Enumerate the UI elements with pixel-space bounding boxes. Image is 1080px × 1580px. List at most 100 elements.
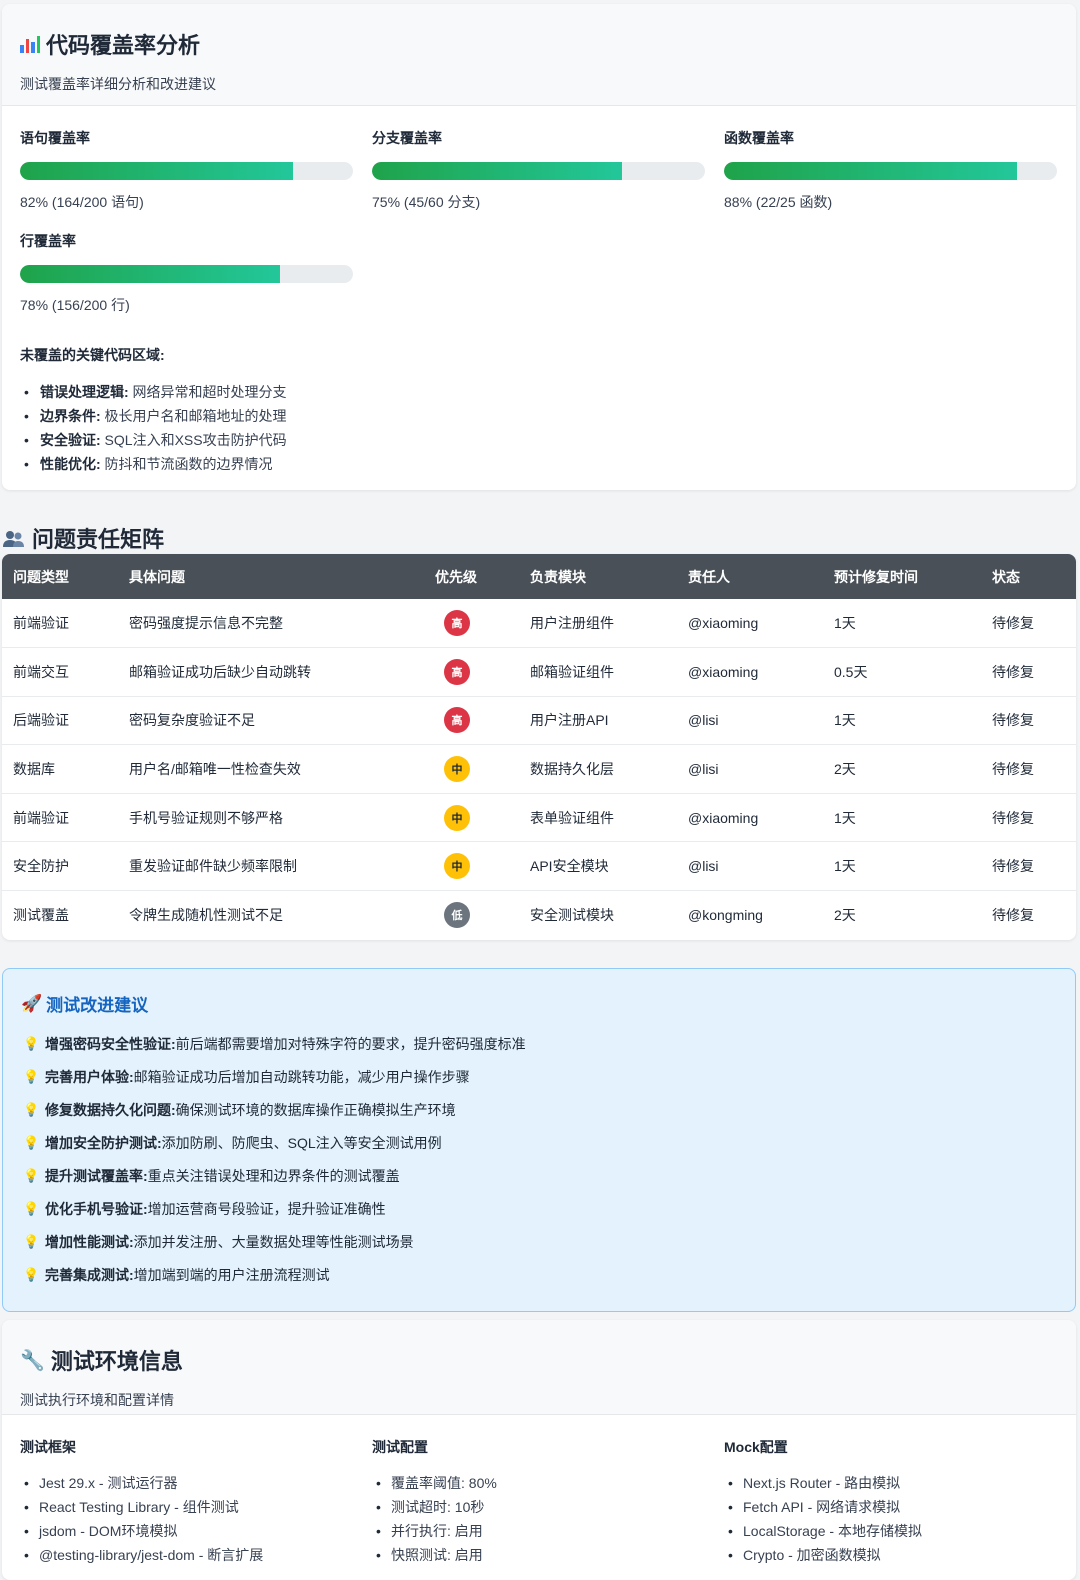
metric-label: 分支覆盖率 bbox=[372, 130, 442, 146]
suggestions-title: 🚀 测试改进建议 bbox=[21, 991, 148, 1016]
metric-value: 78% (156/200 行) bbox=[20, 297, 130, 313]
bar-chart-icon bbox=[20, 35, 40, 53]
priority-badge: 低 bbox=[444, 902, 470, 929]
list-item: Crypto - 加密函数模拟 bbox=[728, 1543, 1064, 1567]
uncovered-title: 未覆盖的关键代码区域: bbox=[20, 347, 165, 363]
status-text: 待修复 bbox=[992, 858, 1034, 875]
status-text: 待修复 bbox=[992, 761, 1034, 778]
column-header: 负责模块 bbox=[530, 568, 586, 585]
people-icon bbox=[3, 531, 24, 547]
list-item: 💡 增加性能测试: 添加并发注册、大量数据处理等性能测试场景 bbox=[23, 1225, 526, 1258]
lightbulb-icon: 💡 bbox=[23, 1266, 40, 1282]
metric-statements: 语句覆盖率 82% (164/200 语句) bbox=[20, 128, 353, 212]
metric-value: 75% (45/60 分支) bbox=[372, 194, 481, 210]
progress-fill bbox=[724, 162, 1018, 180]
metric-label: 语句覆盖率 bbox=[20, 130, 90, 146]
env-header: 🔧 测试环境信息 测试执行环境和配置详情 bbox=[2, 1320, 1076, 1415]
wrench-icon: 🔧 bbox=[20, 1349, 45, 1372]
progress-bar bbox=[372, 162, 705, 180]
responsibility-table: 问题类型 具体问题 优先级 负责模块 责任人 预计修复时间 状态 前端验证 密码… bbox=[2, 554, 1076, 939]
lightbulb-icon: 💡 bbox=[23, 1035, 40, 1051]
progress-fill bbox=[20, 162, 294, 180]
coverage-title: 代码覆盖率分析 bbox=[20, 28, 1058, 60]
list-item: Jest 29.x - 测试运行器 bbox=[24, 1471, 360, 1495]
lightbulb-icon: 💡 bbox=[23, 1068, 40, 1084]
env-column-mock: Mock配置 Next.js Router - 路由模拟 Fetch API -… bbox=[724, 1437, 1064, 1567]
list-item: 测试超时: 10秒 bbox=[376, 1495, 712, 1519]
priority-badge: 高 bbox=[444, 658, 470, 685]
column-header: 具体问题 bbox=[129, 568, 185, 585]
list-item: 并行执行: 启用 bbox=[376, 1519, 712, 1543]
table-header-row: 问题类型 具体问题 优先级 负责模块 责任人 预计修复时间 状态 bbox=[2, 554, 1076, 599]
env-column-config: 测试配置 覆盖率阈值: 80% 测试超时: 10秒 并行执行: 启用 快照测试:… bbox=[372, 1437, 712, 1567]
list-item: Fetch API - 网络请求模拟 bbox=[728, 1495, 1064, 1519]
list-item: 💡 完善集成测试: 增加端到端的用户注册流程测试 bbox=[23, 1258, 526, 1291]
list-item: 💡 提升测试覆盖率: 重点关注错误处理和边界条件的测试覆盖 bbox=[23, 1159, 526, 1192]
matrix-title: 问题责任矩阵 bbox=[2, 522, 164, 554]
table-row: 前端交互 邮箱验证成功后缺少自动跳转 高 邮箱验证组件 @xiaoming 0.… bbox=[2, 648, 1076, 697]
coverage-card: 代码覆盖率分析 测试覆盖率详细分析和改进建议 语句覆盖率 82% (164/20… bbox=[2, 4, 1076, 490]
lightbulb-icon: 💡 bbox=[23, 1167, 40, 1183]
env-column-heading: 测试框架 bbox=[20, 1439, 76, 1455]
env-title: 🔧 测试环境信息 bbox=[20, 1344, 1058, 1376]
env-title-text: 测试环境信息 bbox=[50, 1349, 183, 1374]
metric-value: 88% (22/25 函数) bbox=[724, 194, 833, 210]
metric-functions: 函数覆盖率 88% (22/25 函数) bbox=[724, 128, 1057, 212]
table-row: 数据库 用户名/邮箱唯一性检查失效 中 数据持久化层 @lisi 2天 待修复 bbox=[2, 745, 1076, 794]
list-item: 💡 增强密码安全性验证: 前后端都需要增加对特殊字符的要求，提升密码强度标准 bbox=[23, 1027, 526, 1060]
progress-fill bbox=[20, 265, 280, 283]
list-item: React Testing Library - 组件测试 bbox=[24, 1495, 360, 1519]
status-text: 待修复 bbox=[992, 663, 1034, 680]
list-item: 💡 优化手机号验证: 增加运营商号段验证，提升验证准确性 bbox=[23, 1192, 526, 1225]
metric-branches: 分支覆盖率 75% (45/60 分支) bbox=[372, 128, 705, 212]
matrix-card: 问题类型 具体问题 优先级 负责模块 责任人 预计修复时间 状态 前端验证 密码… bbox=[2, 554, 1076, 940]
lightbulb-icon: 💡 bbox=[23, 1233, 40, 1249]
list-item: @testing-library/jest-dom - 断言扩展 bbox=[24, 1543, 360, 1567]
list-item: 💡 增加安全防护测试: 添加防刷、防爬虫、SQL注入等安全测试用例 bbox=[23, 1126, 526, 1159]
coverage-title-text: 代码覆盖率分析 bbox=[46, 33, 201, 58]
list-item: LocalStorage - 本地存储模拟 bbox=[728, 1519, 1064, 1543]
list-item: jsdom - DOM环境模拟 bbox=[24, 1519, 360, 1543]
column-header: 责任人 bbox=[688, 568, 730, 585]
column-header: 优先级 bbox=[435, 568, 477, 585]
rocket-icon: 🚀 bbox=[21, 993, 43, 1013]
list-item: 💡 完善用户体验: 邮箱验证成功后增加自动跳转功能，减少用户操作步骤 bbox=[23, 1060, 526, 1093]
coverage-subtitle: 测试覆盖率详细分析和改进建议 bbox=[20, 76, 216, 92]
list-item: 错误处理逻辑: 网络异常和超时处理分支 bbox=[24, 380, 287, 404]
env-column-heading: Mock配置 bbox=[724, 1439, 788, 1455]
column-header: 预计修复时间 bbox=[834, 568, 918, 585]
status-text: 待修复 bbox=[992, 907, 1034, 924]
column-header: 问题类型 bbox=[13, 568, 69, 585]
list-item: 性能优化: 防抖和节流函数的边界情况 bbox=[24, 452, 287, 476]
metric-lines: 行覆盖率 78% (156/200 行) bbox=[20, 231, 353, 315]
progress-bar bbox=[724, 162, 1057, 180]
env-column-framework: 测试框架 Jest 29.x - 测试运行器 React Testing Lib… bbox=[20, 1437, 360, 1567]
priority-badge: 中 bbox=[444, 804, 470, 831]
metric-label: 函数覆盖率 bbox=[724, 130, 794, 146]
table-row: 安全防护 重发验证邮件缺少频率限制 中 API安全模块 @lisi 1天 待修复 bbox=[2, 842, 1076, 891]
priority-badge: 高 bbox=[444, 707, 470, 734]
progress-bar bbox=[20, 265, 353, 283]
priority-badge: 中 bbox=[444, 853, 470, 880]
priority-badge: 高 bbox=[444, 610, 470, 637]
metric-label: 行覆盖率 bbox=[20, 233, 76, 249]
suggestions-panel: 🚀 测试改进建议 💡 增强密码安全性验证: 前后端都需要增加对特殊字符的要求，提升… bbox=[2, 968, 1076, 1312]
lightbulb-icon: 💡 bbox=[23, 1101, 40, 1117]
column-header: 状态 bbox=[992, 568, 1020, 585]
list-item: 边界条件: 极长用户名和邮箱地址的处理 bbox=[24, 404, 287, 428]
status-text: 待修复 bbox=[992, 712, 1034, 729]
list-item: 覆盖率阈值: 80% bbox=[376, 1471, 712, 1495]
table-row: 前端验证 手机号验证规则不够严格 中 表单验证组件 @xiaoming 1天 待… bbox=[2, 793, 1076, 842]
list-item: 安全验证: SQL注入和XSS攻击防护代码 bbox=[24, 428, 287, 452]
progress-bar bbox=[20, 162, 353, 180]
coverage-header: 代码覆盖率分析 测试覆盖率详细分析和改进建议 bbox=[2, 4, 1076, 106]
lightbulb-icon: 💡 bbox=[23, 1134, 40, 1150]
env-column-heading: 测试配置 bbox=[372, 1439, 428, 1455]
env-subtitle: 测试执行环境和配置详情 bbox=[20, 1392, 174, 1408]
table-row: 测试覆盖 令牌生成随机性测试不足 低 安全测试模块 @kongming 2天 待… bbox=[2, 891, 1076, 940]
suggestions-title-text: 测试改进建议 bbox=[46, 996, 149, 1015]
table-row: 前端验证 密码强度提示信息不完整 高 用户注册组件 @xiaoming 1天 待… bbox=[2, 599, 1076, 648]
coverage-metrics: 语句覆盖率 82% (164/200 语句) 分支覆盖率 75% (45/60 … bbox=[2, 106, 1076, 316]
uncovered-list: 错误处理逻辑: 网络异常和超时处理分支 边界条件: 极长用户名和邮箱地址的处理 … bbox=[24, 380, 287, 476]
env-card: 🔧 测试环境信息 测试执行环境和配置详情 测试框架 Jest 29.x - 测试… bbox=[2, 1320, 1076, 1580]
